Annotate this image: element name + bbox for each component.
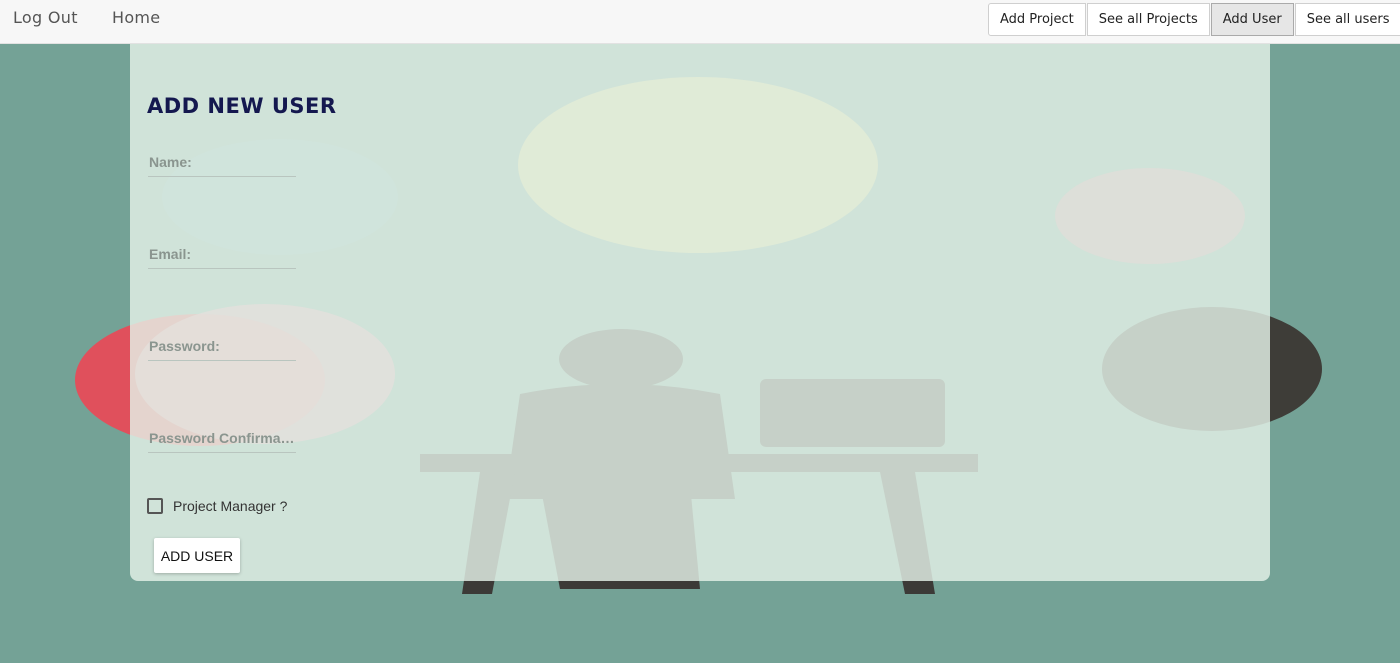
panel-faint-decorations	[135, 77, 1245, 444]
navbar: Log Out Home Add Project See all Project…	[0, 0, 1400, 44]
project-manager-label: Project Manager ?	[173, 498, 288, 514]
project-manager-checkbox[interactable]	[147, 498, 163, 514]
password-input[interactable]	[148, 334, 296, 358]
nav-button-group: Add Project See all Projects Add User Se…	[988, 3, 1400, 36]
add-project-button[interactable]: Add Project	[988, 3, 1086, 36]
see-all-projects-button[interactable]: See all Projects	[1086, 3, 1210, 36]
email-input[interactable]	[148, 242, 296, 266]
name-input[interactable]	[148, 150, 296, 174]
home-link[interactable]: Home	[112, 8, 160, 27]
password-confirmation-field	[148, 426, 296, 453]
add-user-panel: ADD NEW USER Project Manager ? ADD USER	[130, 44, 1270, 581]
project-manager-row: Project Manager ?	[147, 498, 287, 514]
logout-link[interactable]: Log Out	[13, 8, 78, 27]
people-icon	[1055, 168, 1245, 264]
page-title: ADD NEW USER	[147, 94, 337, 118]
gears-icon	[135, 304, 395, 444]
name-field	[148, 150, 296, 177]
add-user-button[interactable]: Add User	[1210, 3, 1294, 36]
password-confirmation-input[interactable]	[148, 426, 296, 450]
password-field	[148, 334, 296, 361]
see-all-users-button[interactable]: See all users	[1294, 3, 1400, 36]
email-field	[148, 242, 296, 269]
lightbulb-icon	[518, 77, 878, 253]
add-user-submit-button[interactable]: ADD USER	[154, 538, 240, 573]
